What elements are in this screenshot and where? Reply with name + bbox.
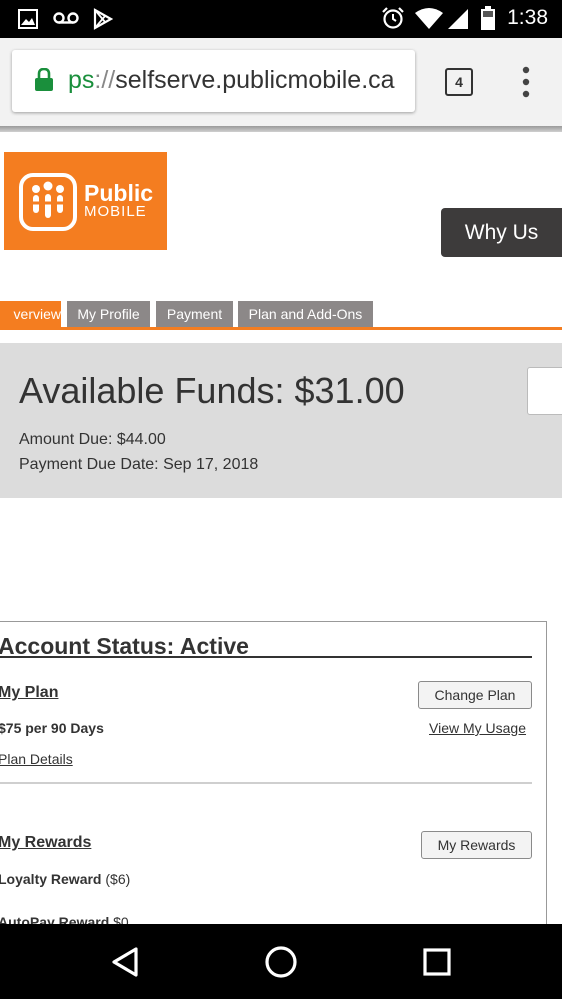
recents-icon[interactable]	[423, 948, 451, 976]
plan-details-link[interactable]: Plan Details	[0, 751, 73, 767]
alarm-icon	[382, 7, 404, 29]
loyalty-reward-label: Loyalty Reward	[0, 871, 102, 887]
url-host: selfserve.publicmobile.ca	[115, 66, 395, 94]
my-plan-heading[interactable]: My Plan	[0, 684, 58, 702]
tab-plan-and-add-ons[interactable]: Plan and Add-Ons	[238, 301, 373, 327]
home-icon[interactable]	[264, 945, 298, 979]
available-funds: Available Funds: $31.00	[19, 370, 405, 411]
url-text[interactable]: ps://selfserve.publicmobile.ca	[68, 66, 395, 95]
logo-text-mobile: MOBILE	[84, 203, 147, 220]
section-divider	[0, 782, 532, 784]
loyalty-reward-value: ($6)	[105, 871, 131, 887]
why-us-button[interactable]: Why Us	[441, 208, 562, 257]
my-rewards-button[interactable]: My Rewards	[421, 831, 532, 859]
browser-toolbar: ps://selfserve.publicmobile.ca 4	[0, 38, 562, 126]
funds-action-button[interactable]	[527, 367, 562, 415]
url-scheme: ps	[68, 66, 95, 94]
signal-icon	[448, 9, 468, 29]
tab-overview[interactable]: verview	[0, 301, 61, 327]
play-store-icon	[93, 8, 113, 30]
address-bar[interactable]: ps://selfserve.publicmobile.ca	[12, 50, 415, 112]
voicemail-icon	[53, 12, 79, 24]
logo-mark-icon	[19, 173, 77, 231]
page-divider	[0, 126, 562, 132]
clock: 1:38	[507, 6, 548, 29]
account-status-card: Account Status: Active My Plan Change Pl…	[0, 621, 547, 943]
tab-underline	[0, 327, 562, 330]
public-mobile-logo[interactable]: Public MOBILE	[4, 152, 167, 250]
image-icon	[18, 9, 38, 29]
lock-icon	[35, 68, 53, 91]
plan-price: $75 per 90 Days	[0, 720, 104, 736]
amount-due: Amount Due: $44.00	[19, 431, 166, 448]
url-separator: ://	[94, 66, 116, 94]
tab-switcher-button[interactable]: 4	[445, 68, 473, 96]
back-icon[interactable]	[110, 946, 140, 978]
payment-due-date: Payment Due Date: Sep 17, 2018	[19, 456, 259, 473]
logo-text-public: Public	[84, 180, 154, 206]
loyalty-reward: Loyalty Reward ($6)	[0, 871, 130, 887]
android-nav-bar	[0, 924, 562, 999]
account-title-rule	[0, 656, 532, 658]
view-my-usage-link[interactable]: View My Usage	[429, 720, 526, 736]
tab-my-profile[interactable]: My Profile	[67, 301, 150, 327]
more-options-icon[interactable]	[518, 64, 534, 104]
wifi-icon	[415, 8, 443, 29]
status-bar: 1:38	[0, 0, 562, 38]
tab-payment[interactable]: Payment	[156, 301, 233, 327]
my-rewards-heading[interactable]: My Rewards	[0, 834, 91, 852]
change-plan-button[interactable]: Change Plan	[418, 681, 532, 709]
battery-icon	[481, 6, 495, 30]
funds-panel: Available Funds: $31.00 Amount Due: $44.…	[0, 343, 562, 498]
